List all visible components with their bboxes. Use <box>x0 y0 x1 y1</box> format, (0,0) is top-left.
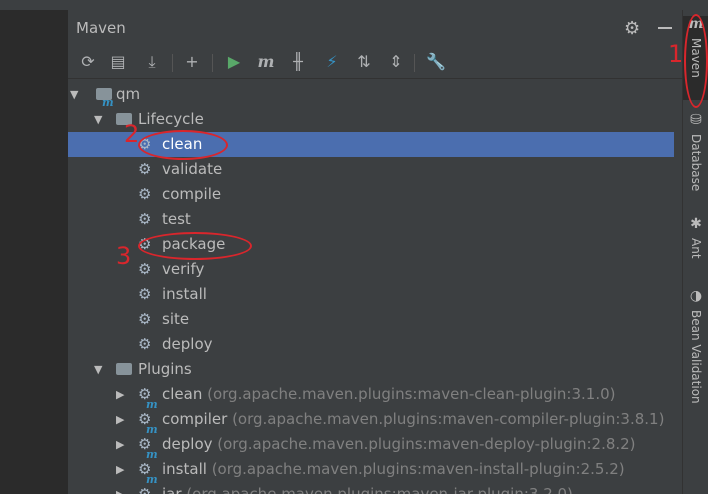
chevron-right-icon[interactable]: ▶ <box>116 482 124 494</box>
lifecycle-item-label: compile <box>162 185 222 203</box>
ant-icon: ✱ <box>690 216 702 232</box>
lifecycle-item-label: install <box>162 285 207 303</box>
gear-icon: ⚙ <box>138 185 152 203</box>
lifecycle-item-test[interactable]: ⚙ test <box>68 207 682 232</box>
chevron-down-icon[interactable]: ▼ <box>94 357 102 382</box>
lifecycle-item-label: test <box>162 210 191 228</box>
toolbar-separator <box>212 54 213 72</box>
download-icon[interactable]: ⤓ <box>142 52 162 72</box>
tab-ant[interactable]: ✱ Ant <box>683 216 708 259</box>
bean-validation-icon: ◑ <box>689 288 703 304</box>
chevron-down-icon[interactable]: ▼ <box>70 82 78 107</box>
lifecycle-item-label: verify <box>162 260 205 278</box>
gear-icon: ⚙ <box>138 285 152 303</box>
lifecycle-item-label: site <box>162 310 190 328</box>
editor-gutter <box>0 10 69 494</box>
lifecycle-item-deploy[interactable]: ⚙ deploy <box>68 332 682 357</box>
tree-node-plugins[interactable]: ▼ Plugins <box>68 357 682 382</box>
annotation-ellipse <box>138 130 228 160</box>
plugin-name: install <box>162 460 207 478</box>
plugins-folder-icon <box>116 363 132 375</box>
plugin-item-compiler[interactable]: ▶ ⚙ m compiler (org.apache.maven.plugins… <box>68 407 682 436</box>
plugin-name: clean <box>162 385 203 403</box>
chevron-right-icon[interactable]: ▶ <box>116 432 124 457</box>
tab-database[interactable]: ⛁ Database <box>683 112 708 191</box>
tab-label: Ant <box>689 238 703 259</box>
chevron-right-icon[interactable]: ▶ <box>116 407 124 432</box>
panel-title: Maven <box>76 19 126 37</box>
root-label: qm <box>116 85 141 103</box>
database-icon: ⛁ <box>690 112 702 128</box>
plugin-item-deploy[interactable]: ▶ ⚙ m deploy (org.apache.maven.plugins:m… <box>68 432 682 461</box>
minimize-icon[interactable] <box>658 27 672 29</box>
refresh-icon[interactable]: ⟳ <box>78 52 98 72</box>
tab-label: Database <box>689 134 703 192</box>
plugin-item-jar[interactable]: ▶ ⚙ jar (org.apache.maven.plugins:maven-… <box>68 482 682 494</box>
chevron-right-icon[interactable]: ▶ <box>116 457 124 482</box>
plugins-label: Plugins <box>138 360 192 378</box>
collapse-all-icon[interactable]: ⇕ <box>386 52 406 72</box>
plugin-item-clean[interactable]: ▶ ⚙ m clean (org.apache.maven.plugins:ma… <box>68 382 682 411</box>
plugin-icon: ⚙ <box>138 485 152 494</box>
vertical-scrollbar[interactable] <box>674 82 682 494</box>
annotation-ellipse <box>684 14 708 108</box>
plugin-coordinates: (org.apache.maven.plugins:maven-clean-pl… <box>207 385 616 403</box>
plugin-name: compiler <box>162 410 228 428</box>
tree-node-lifecycle[interactable]: ▼ Lifecycle <box>68 107 682 132</box>
skip-tests-icon[interactable]: ⚡ <box>322 52 342 72</box>
plugin-name: deploy <box>162 435 213 453</box>
plugin-coordinates: (org.apache.maven.plugins:maven-compiler… <box>232 410 665 428</box>
lifecycle-item-install[interactable]: ⚙ install <box>68 282 682 307</box>
plugin-coordinates: (org.apache.maven.plugins:maven-jar-plug… <box>186 485 573 494</box>
toolbar-separator <box>172 54 173 72</box>
gear-icon: ⚙ <box>138 160 152 178</box>
toolbar-separator <box>414 54 415 72</box>
annotation-number: 1 <box>668 40 684 68</box>
gear-icon: ⚙ <box>138 335 152 353</box>
lifecycle-item-compile[interactable]: ⚙ compile <box>68 182 682 207</box>
chevron-down-icon[interactable]: ▼ <box>94 107 102 132</box>
toggle-offline-icon[interactable]: ╫ <box>288 52 308 72</box>
gear-icon: ⚙ <box>138 260 152 278</box>
tool-window-header: Maven ⚙ <box>68 10 682 46</box>
tree-node-root[interactable]: ▼ m qm <box>68 82 682 109</box>
settings-wrench-icon[interactable]: 🔧 <box>426 52 446 72</box>
lifecycle-item-site[interactable]: ⚙ site <box>68 307 682 332</box>
plugin-item-install[interactable]: ▶ ⚙ m install (org.apache.maven.plugins:… <box>68 457 682 486</box>
gear-icon[interactable]: ⚙ <box>624 18 640 39</box>
lifecycle-label: Lifecycle <box>138 110 204 128</box>
plugin-coordinates: (org.apache.maven.plugins:maven-install-… <box>211 460 625 478</box>
lifecycle-item-label: deploy <box>162 335 213 353</box>
lifecycle-item-label: validate <box>162 160 223 178</box>
gear-icon: ⚙ <box>138 310 152 328</box>
lifecycle-item-validate[interactable]: ⚙ validate <box>68 157 682 182</box>
chevron-right-icon[interactable]: ▶ <box>116 382 124 407</box>
run-icon[interactable]: ▶ <box>224 52 244 72</box>
annotation-number: 2 <box>124 120 140 148</box>
plugin-coordinates: (org.apache.maven.plugins:maven-deploy-p… <box>217 435 636 453</box>
add-maven-project-icon[interactable]: ▤ <box>108 52 128 72</box>
annotation-number: 3 <box>116 242 132 270</box>
show-dependencies-icon[interactable]: ⇅ <box>354 52 374 72</box>
tab-bean-validation[interactable]: ◑ Bean Validation <box>683 288 708 404</box>
lifecycle-item-verify[interactable]: ⚙ verify <box>68 257 682 282</box>
plugin-name: jar <box>162 485 182 494</box>
gear-icon: ⚙ <box>138 210 152 228</box>
maven-toolbar: ⟳ ▤ ⤓ + ▶ m ╫ ⚡ ⇅ ⇕ 🔧 <box>68 46 682 79</box>
tab-label: Bean Validation <box>689 310 703 404</box>
plus-icon[interactable]: + <box>182 52 202 72</box>
execute-goal-icon[interactable]: m <box>256 52 276 72</box>
annotation-ellipse <box>138 232 252 260</box>
